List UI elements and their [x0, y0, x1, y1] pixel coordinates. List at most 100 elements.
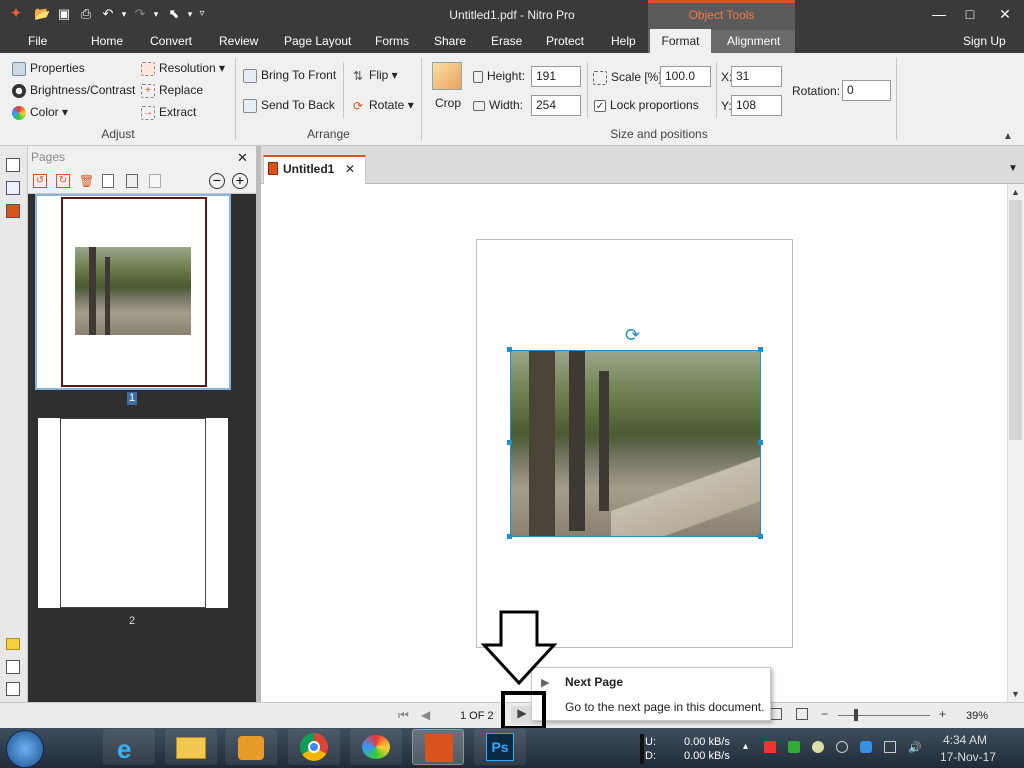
search-pages-icon[interactable] [6, 181, 20, 195]
tab-share[interactable]: Share [428, 30, 472, 53]
redo-icon[interactable]: ↷ [132, 6, 148, 22]
tab-alignment[interactable]: Alignment [721, 30, 786, 53]
tab-file[interactable]: File [22, 30, 53, 53]
tray-security-icon[interactable] [788, 741, 800, 753]
single-page-view-icon[interactable] [770, 708, 782, 720]
insert-page-icon[interactable] [102, 174, 114, 188]
customize-qat-icon[interactable]: ▿ [194, 6, 210, 22]
resize-handle-bl[interactable] [507, 534, 512, 539]
crop-icon[interactable] [432, 62, 462, 90]
zoom-slider-thumb[interactable] [854, 709, 858, 721]
flip-dropdown[interactable]: ⇅ Flip ▾ [351, 68, 398, 83]
color-dropdown[interactable]: Color ▾ [12, 105, 68, 120]
tab-convert[interactable]: Convert [144, 30, 198, 53]
scale-field[interactable]: 100.0 [660, 66, 711, 87]
crop-button[interactable]: Crop [435, 96, 461, 110]
scrollbar-thumb[interactable] [1009, 200, 1022, 440]
tab-forms[interactable]: Forms [369, 30, 415, 53]
sign-up-link[interactable]: Sign Up [957, 30, 1012, 53]
clock-date[interactable]: 17-Nov-17 [940, 750, 996, 764]
collapse-ribbon-icon[interactable]: ▲ [1003, 131, 1013, 142]
resize-handle-right[interactable] [758, 440, 763, 445]
open-folder-icon[interactable]: 📂 [34, 6, 50, 22]
tab-help[interactable]: Help [605, 30, 642, 53]
height-field[interactable]: 191 [531, 66, 581, 87]
attachments-icon[interactable] [6, 660, 20, 674]
tab-protect[interactable]: Protect [540, 30, 590, 53]
nitro-pro-taskbar-icon[interactable] [412, 729, 464, 765]
rotate-handle-icon[interactable]: ⟳ [625, 325, 640, 346]
x-position-field[interactable]: 31 [731, 66, 782, 87]
media-player-icon[interactable] [225, 729, 277, 765]
clock-time[interactable]: 4:34 AM [943, 733, 987, 747]
scroll-down-icon[interactable]: ▼ [1011, 689, 1020, 699]
close-window-button[interactable]: ✕ [990, 5, 1020, 25]
zoom-out-icon[interactable]: − [821, 707, 828, 721]
replace-page-icon[interactable] [149, 174, 161, 188]
output-icon[interactable] [6, 682, 20, 696]
zoom-in-thumbs-icon[interactable]: + [232, 173, 248, 189]
tray-app-icon[interactable] [860, 741, 872, 753]
lock-proportions-checkbox[interactable]: ✓ Lock proportions [594, 98, 699, 112]
volume-icon[interactable]: 🔊 [908, 741, 922, 754]
bring-to-front-button[interactable]: Bring To Front [243, 68, 336, 83]
page-thumbnail-1[interactable] [35, 194, 231, 390]
zoom-slider[interactable] [838, 715, 930, 716]
tab-list-dropdown-icon[interactable]: ▼ [1008, 163, 1018, 174]
tray-expand-icon[interactable]: ▴ [743, 741, 748, 752]
replace-button[interactable]: + Replace [141, 83, 203, 98]
minimize-button[interactable]: — [924, 5, 954, 25]
close-pages-panel-icon[interactable]: ✕ [237, 150, 248, 166]
extract-page-icon[interactable] [126, 174, 138, 188]
save-icon[interactable]: ▣ [56, 6, 72, 22]
start-button-icon[interactable] [6, 730, 44, 768]
properties-button[interactable]: Properties [12, 61, 85, 76]
resize-handle-tr[interactable] [758, 347, 763, 352]
resize-handle-left[interactable] [507, 440, 512, 445]
send-to-back-button[interactable]: Send To Back [243, 98, 335, 113]
resize-handle-tl[interactable] [507, 347, 512, 352]
brightness-contrast-button[interactable]: Brightness/Contrast [12, 83, 135, 98]
tray-flag-icon[interactable] [764, 741, 776, 753]
previous-page-button[interactable]: ◀ [421, 708, 430, 722]
page-thumbnail-2[interactable] [38, 418, 228, 608]
zoom-out-thumbs-icon[interactable]: − [209, 173, 225, 189]
y-position-field[interactable]: 108 [731, 95, 782, 116]
rotate-left-icon[interactable]: ↺ [33, 174, 47, 188]
extract-button[interactable]: → Extract [141, 105, 196, 120]
rotation-field[interactable]: 0 [842, 80, 891, 101]
tab-home[interactable]: Home [85, 30, 129, 53]
rotate-right-icon[interactable]: ↻ [56, 174, 70, 188]
select-tool-icon[interactable]: ⬉ [166, 6, 182, 22]
scroll-up-icon[interactable]: ▲ [1011, 187, 1020, 197]
internet-explorer-icon[interactable]: e [103, 729, 155, 765]
tab-erase[interactable]: Erase [485, 30, 528, 53]
tray-disc-icon[interactable] [812, 741, 824, 753]
tray-monitor-icon[interactable] [884, 741, 896, 753]
delete-page-icon[interactable]: 🗑 [79, 174, 94, 188]
width-field[interactable]: 254 [531, 95, 581, 116]
zoom-in-icon[interactable]: + [939, 707, 946, 721]
file-explorer-icon[interactable] [165, 729, 217, 765]
selected-image[interactable] [510, 350, 761, 537]
chrome-icon[interactable] [288, 729, 340, 765]
nitro-logo-icon[interactable]: ✦ [8, 6, 24, 22]
print-icon[interactable]: ⎙ [78, 6, 94, 22]
photoshop-icon[interactable]: Ps [474, 729, 526, 765]
tray-link-icon[interactable] [836, 741, 848, 753]
undo-icon[interactable]: ↶ [100, 6, 116, 22]
maximize-button[interactable]: □ [955, 5, 985, 25]
pages-panel-icon[interactable] [6, 158, 20, 172]
close-tab-icon[interactable]: ✕ [345, 162, 355, 176]
tab-page-layout[interactable]: Page Layout [278, 30, 357, 53]
bookmarks-icon[interactable] [6, 204, 20, 218]
redo-dropdown-icon[interactable]: ▾ [148, 6, 164, 22]
undo-dropdown-icon[interactable]: ▾ [116, 6, 132, 22]
first-page-button[interactable]: ⏮ [398, 708, 409, 723]
tab-review[interactable]: Review [213, 30, 264, 53]
tab-format[interactable]: Format [650, 29, 711, 53]
continuous-view-icon[interactable] [796, 708, 808, 720]
rotate-dropdown[interactable]: ⟳ Rotate ▾ [351, 98, 414, 113]
zoom-level[interactable]: 39% [966, 710, 988, 722]
comments-icon[interactable] [6, 638, 20, 650]
